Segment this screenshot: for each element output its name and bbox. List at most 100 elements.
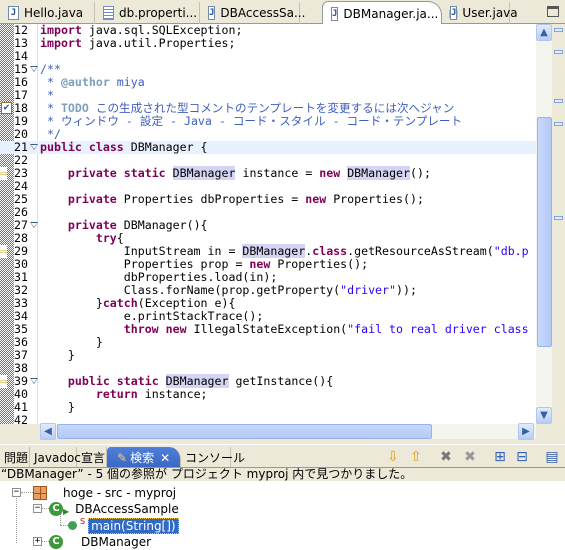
package-icon	[33, 485, 47, 500]
close-tab-icon[interactable]: ✕	[160, 451, 170, 465]
overview-mark[interactable]	[554, 122, 563, 126]
editor-tab[interactable]: J DBAccessSa...	[200, 2, 305, 24]
keyword: public	[67, 374, 110, 388]
editor-tab-bar: J Hello.java db.properti... J DBAccessSa... J…	[0, 0, 565, 25]
code-line[interactable]: 40 return instance;	[0, 388, 536, 401]
scroll-up-icon[interactable]: ▲	[536, 24, 552, 41]
previous-match-icon[interactable]: ⇧	[407, 449, 425, 465]
properties-file-icon	[103, 6, 114, 20]
fold-toggle-icon[interactable]	[30, 378, 38, 384]
tab-label: DBAccessSa...	[220, 6, 306, 20]
tree-node-package[interactable]: − hoge - src - myproj	[12, 484, 176, 501]
code-token: DBManager(){	[116, 218, 208, 232]
panel-tab[interactable]: 問題	[0, 447, 30, 468]
code-token: }	[40, 400, 75, 414]
code-line[interactable]: 42	[0, 413, 536, 425]
code-line[interactable]: 13 import java.util.Properties;	[0, 37, 536, 50]
code-token: DBManager {	[123, 140, 208, 154]
panel-tab[interactable]: ✎ 検索 ✕	[107, 447, 181, 468]
occurrence-arrow-icon[interactable]: ⇨	[0, 375, 8, 388]
overview-mark[interactable]	[554, 99, 563, 103]
code-token: Class.forName(prop.getProperty(	[40, 283, 341, 297]
editor-tab[interactable]: JDBManager.ja...⊠	[322, 1, 458, 25]
panel-tab[interactable]: 宣言	[77, 447, 107, 468]
method-label[interactable]: main(String[])	[88, 517, 179, 534]
line-number: 42	[14, 413, 28, 425]
keyword: throw	[123, 322, 159, 336]
code-token: ();	[410, 166, 431, 180]
occurrence-arrow-icon[interactable]: ⇨	[0, 167, 8, 180]
tree-node-class[interactable]: − C ▶ DBAccessSample	[33, 500, 179, 517]
collapse-icon[interactable]: −	[33, 504, 42, 513]
search-history-icon[interactable]: ▤	[543, 449, 561, 465]
keyword: static	[116, 374, 159, 388]
code-line[interactable]: 16 * @author miya	[0, 76, 536, 89]
comment: * ウィンドウ - 設定 - Java - コード・スタイル - コード・テンプ…	[40, 114, 463, 128]
overview-mark[interactable]	[554, 50, 563, 54]
panel-tab[interactable]: コンソール	[181, 447, 245, 468]
horizontal-scroll-thumb[interactable]	[57, 424, 432, 439]
package-label: hoge - src - myproj	[63, 485, 177, 500]
overview-ruler[interactable]	[552, 24, 565, 439]
editor-tab[interactable]: J Hello.java	[0, 2, 95, 24]
panel-tab[interactable]: Javadoc	[30, 447, 81, 468]
search-results-tree[interactable]: − hoge - src - myproj − C ▶ DBAccessSampl…	[0, 481, 565, 550]
expand-icon[interactable]: +	[33, 537, 42, 546]
code-text: throw new IllegalStateException("fail to…	[40, 323, 529, 336]
task-icon[interactable]: ✔	[1, 102, 12, 114]
keyword: private	[67, 192, 117, 206]
remove-all-matches-icon[interactable]: ✖	[461, 449, 479, 465]
code-line[interactable]: 21 public class DBManager {	[0, 141, 536, 154]
keyword: try	[95, 231, 117, 245]
code-line[interactable]: 41 }	[0, 401, 536, 414]
code-line[interactable]: 14	[0, 50, 536, 63]
keyword: new	[249, 257, 271, 271]
class-label: DBAccessSample	[75, 501, 179, 516]
minimize-icon[interactable]	[547, 6, 559, 17]
code-token: }	[40, 335, 103, 349]
tree-node-class[interactable]: + C DBManager	[33, 533, 151, 550]
tree-node-method[interactable]: S main(String[])	[60, 517, 179, 534]
overview-mark[interactable]	[554, 216, 563, 220]
scroll-left-icon[interactable]: ◀	[40, 423, 56, 440]
editor-tab[interactable]: J User.java	[442, 2, 518, 24]
java-file-icon: J	[8, 6, 19, 20]
code-token: instance;	[137, 387, 208, 401]
keyword: class	[312, 244, 348, 258]
code-line[interactable]: 25 private Properties dbProperties = new…	[0, 193, 536, 206]
scroll-right-icon[interactable]: ▶	[518, 423, 534, 440]
fold-toggle-icon[interactable]	[30, 222, 38, 228]
fold-toggle-icon[interactable]	[30, 66, 38, 72]
code-token: InputStream in =	[40, 244, 243, 258]
code-line[interactable]: ⇨ 23 private static DBManager instance = …	[0, 166, 536, 180]
collapse-all-icon[interactable]: ⊟	[513, 449, 531, 465]
code-line[interactable]: 19 * ウィンドウ - 設定 - Java - コード・スタイル - コード・…	[0, 115, 536, 128]
collapse-icon[interactable]: −	[12, 488, 21, 497]
overview-mark[interactable]	[554, 28, 563, 32]
editor-tab[interactable]: db.properti...	[95, 2, 200, 24]
search-status: “DBManager” - 5 個の参照が プロジェクト myproj 内で見つ…	[0, 467, 565, 481]
code-token: Properties();	[270, 257, 369, 271]
horizontal-scrollbar[interactable]: ◀ ▶	[40, 423, 536, 440]
code-editor[interactable]: 12 import java.sql.SQLException; 13 import …	[0, 24, 536, 424]
fold-toggle-icon[interactable]	[30, 144, 38, 150]
vertical-scrollbar[interactable]: ▲ ▼	[536, 24, 552, 424]
code-line[interactable]: 37 }	[0, 349, 536, 362]
remove-match-icon[interactable]: ✖	[437, 449, 455, 465]
code-text: }	[40, 401, 75, 414]
code-token: (Exception e){	[137, 296, 236, 310]
next-match-icon[interactable]: ⇩	[384, 449, 402, 465]
expand-all-icon[interactable]: ⊞	[491, 449, 509, 465]
scroll-down-icon[interactable]: ▼	[536, 407, 552, 424]
code-line[interactable]: 36 }	[0, 336, 536, 349]
vertical-scroll-thumb[interactable]	[537, 117, 552, 347]
occurrence-arrow-icon[interactable]: ⇨	[0, 245, 8, 258]
panel-tab-bar: ⇩ ⇧ ✖ ✖ ⊞ ⊟ ▤ 問題 Javadoc 宣言 ✎ 検索 ✕ コンソール	[0, 444, 565, 468]
